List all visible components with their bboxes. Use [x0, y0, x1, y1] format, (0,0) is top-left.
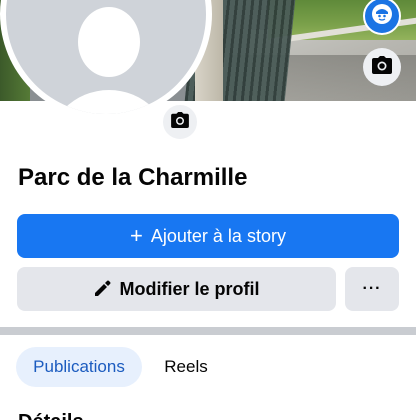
tab-publications[interactable]: Publications — [16, 347, 142, 387]
section-divider — [0, 327, 416, 335]
more-icon: ··· — [362, 280, 382, 297]
edit-profile-picture-button[interactable] — [160, 102, 200, 142]
edit-profile-button[interactable]: Modifier le profil — [17, 267, 336, 311]
camera-icon — [372, 55, 392, 79]
edit-profile-label: Modifier le profil — [119, 278, 260, 299]
tab-reels-label: Reels — [164, 357, 208, 376]
more-options-button[interactable]: ··· — [345, 267, 399, 311]
details-section-title: Détails — [18, 411, 84, 420]
avatar-body — [46, 90, 172, 114]
profile-name: Parc de la Charmille — [18, 164, 248, 191]
pencil-icon — [93, 280, 111, 298]
camera-icon — [171, 111, 189, 133]
add-to-story-button[interactable]: + Ajouter à la story — [17, 214, 399, 258]
avatar-head — [78, 7, 140, 77]
edit-cover-photo-button[interactable] — [363, 48, 401, 86]
add-to-story-label: Ajouter à la story — [150, 225, 286, 246]
profile-page: Parc de la Charmille + Ajouter à la stor… — [0, 0, 416, 420]
tab-publications-label: Publications — [33, 357, 125, 376]
plus-icon: + — [130, 223, 143, 248]
tab-reels[interactable]: Reels — [148, 347, 224, 387]
messenger-avatar-icon — [371, 3, 393, 30]
